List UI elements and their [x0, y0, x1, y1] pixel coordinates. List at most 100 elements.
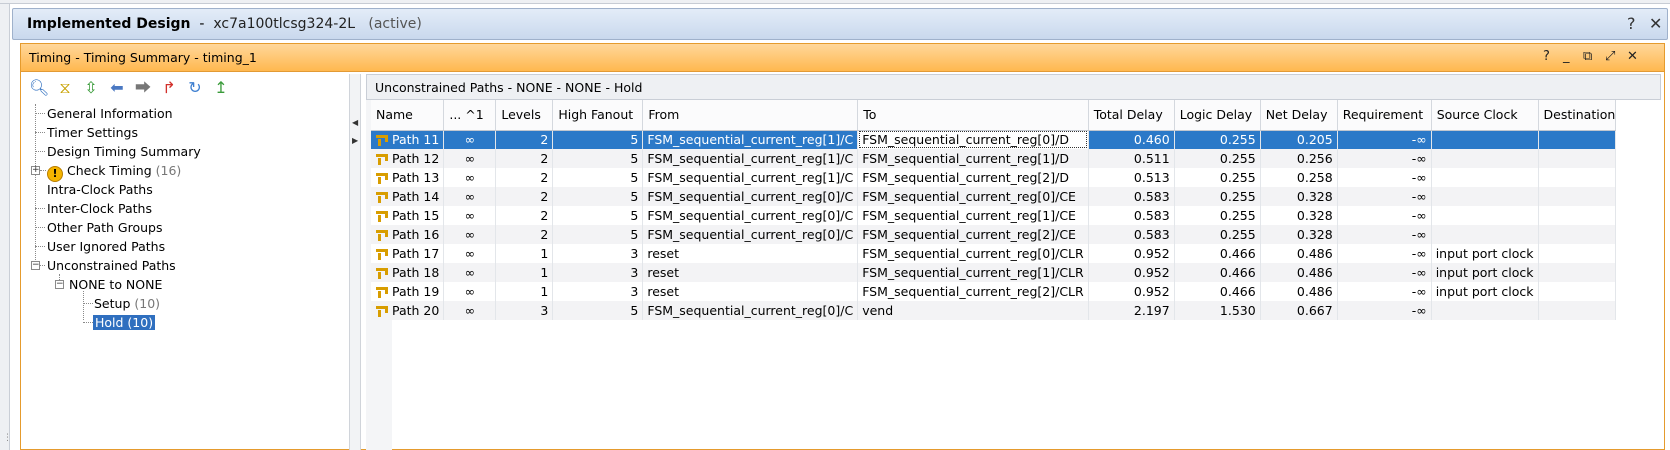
tree-label: Design Timing Summary [47, 144, 201, 159]
cell-req: -∞ [1337, 187, 1432, 206]
tree-item-hold[interactable]: Hold (10) [93, 313, 156, 332]
panel-restore-button[interactable]: ⧉ [1583, 49, 1592, 64]
path-name: Path 15 [392, 208, 440, 223]
close-button[interactable]: ✕ [1649, 14, 1662, 33]
cell-from: FSM_sequential_current_reg[0]/C [642, 301, 859, 320]
panel-help-button[interactable]: ? [1543, 49, 1550, 64]
panel-splitter[interactable]: ◀ ▶ [349, 74, 361, 450]
report-icon[interactable]: ↱ [159, 78, 179, 98]
tree-label: NONE to NONE [69, 277, 163, 292]
expand-check-timing[interactable]: + [31, 166, 40, 175]
design-name: Implemented Design [27, 16, 191, 32]
collapse-none-to-none[interactable]: − [55, 280, 64, 289]
cell-levels: 2 [495, 225, 554, 244]
cell-net: 0.486 [1260, 282, 1338, 301]
table-row[interactable]: Path 11 ∞ 2 5 FSM_sequential_current_reg[1]/… [371, 130, 1617, 149]
tree-item-check-timing[interactable]: ! Check Timing (16) [47, 161, 181, 182]
path-name: Path 19 [392, 284, 440, 299]
forward-arrow-icon[interactable]: ⮕ [133, 78, 153, 98]
column-header[interactable]: Source Clock [1431, 100, 1539, 131]
cell-dst [1538, 301, 1617, 320]
tree-item-setup[interactable]: Setup (10) [94, 294, 160, 313]
table-row[interactable]: Path 20 ∞ 3 5 FSM_sequential_current_reg[0]/… [371, 301, 1617, 320]
path-icon [375, 285, 388, 298]
back-arrow-icon[interactable]: ⬅︎ [107, 78, 127, 98]
tree-item-design-timing-summary[interactable]: Design Timing Summary [47, 142, 201, 161]
refresh-icon[interactable]: ↻ [185, 78, 205, 98]
collapse-left-arrow[interactable]: ◀ [352, 118, 358, 127]
tree-item-user-ignored-paths[interactable]: User Ignored Paths [47, 237, 165, 256]
left-edge-bar: ⋮ [0, 4, 12, 450]
timing-panel: Timing - Timing Summary - timing_1 ? _ ⧉… [20, 43, 1665, 450]
column-header[interactable]: To [857, 100, 1089, 131]
column-header[interactable]: Requirement [1337, 100, 1432, 131]
table-row[interactable]: Path 18 ∞ 1 3 reset FSM_sequential_current_re… [371, 263, 1617, 282]
path-icon [375, 247, 388, 260]
cell-fanout: 5 [552, 149, 644, 168]
cell-from: FSM_sequential_current_reg[1]/C [642, 168, 859, 187]
cell-name: Path 16 [371, 225, 445, 244]
table-row[interactable]: Path 13 ∞ 2 5 FSM_sequential_current_reg[1]/… [371, 168, 1617, 187]
tree-item-unconstrained-paths[interactable]: Unconstrained Paths [47, 256, 176, 275]
tree-item-general-information[interactable]: General Information [47, 104, 173, 123]
cell-from: reset [642, 244, 859, 263]
collapse-unconstrained[interactable]: − [31, 261, 40, 270]
cell-req: -∞ [1337, 225, 1432, 244]
panel-maximize-button[interactable]: ⤢ [1605, 49, 1615, 64]
cell-slack: ∞ [443, 225, 497, 244]
column-header[interactable]: ... ^1 [443, 100, 497, 131]
cell-dst [1538, 225, 1617, 244]
table-row[interactable]: Path 12 ∞ 2 5 FSM_sequential_current_reg[1]/… [371, 149, 1617, 168]
column-header[interactable]: Total Delay [1088, 100, 1175, 131]
help-button[interactable]: ? [1627, 14, 1636, 33]
column-header[interactable]: High Fanout [552, 100, 644, 131]
cell-dst [1538, 206, 1617, 225]
cell-to: FSM_sequential_current_reg[2]/D [857, 168, 1089, 187]
panel-close-button[interactable]: ✕ [1627, 49, 1638, 64]
cell-to: vend [857, 301, 1089, 320]
column-header[interactable]: Destination [1538, 100, 1617, 131]
table-row[interactable]: Path 14 ∞ 2 5 FSM_sequential_current_reg[0]/… [371, 187, 1617, 206]
resize-grip[interactable]: ⋮ [3, 434, 12, 443]
search-icon[interactable]: 🔍︎ [29, 78, 49, 98]
column-header[interactable]: Name [371, 100, 445, 131]
expand-all-icon[interactable]: ⇳ [81, 78, 101, 98]
cell-src [1431, 225, 1539, 244]
column-header[interactable]: From [642, 100, 859, 131]
table-row[interactable]: Path 19 ∞ 1 3 reset FSM_sequential_current_re… [371, 282, 1617, 301]
cell-fanout: 5 [552, 130, 644, 149]
design-title-bar: Implemented Design - xc7a100tlcsg324-2L … [12, 8, 1668, 40]
tree-label: Other Path Groups [47, 220, 163, 235]
panel-minimize-button[interactable]: _ [1563, 49, 1570, 64]
tree-item-timer-settings[interactable]: Timer Settings [47, 123, 138, 142]
path-icon [375, 171, 388, 184]
cell-logic: 0.255 [1174, 206, 1261, 225]
path-icon [375, 133, 388, 147]
tree-item-intra-clock-paths[interactable]: Intra-Clock Paths [47, 180, 153, 199]
path-icon [375, 209, 388, 222]
column-header[interactable]: Net Delay [1260, 100, 1338, 131]
cell-name: Path 14 [371, 187, 445, 206]
tree-item-inter-clock-paths[interactable]: Inter-Clock Paths [47, 199, 152, 218]
column-header[interactable]: Levels [495, 100, 554, 131]
column-header[interactable]: Logic Delay [1174, 100, 1261, 131]
panel-title: Timing - Timing Summary - timing_1 [29, 50, 257, 65]
results-header: Unconstrained Paths - NONE - NONE - Hold [366, 74, 1661, 100]
cell-src: input port clock [1431, 244, 1539, 263]
cell-slack: ∞ [443, 206, 497, 225]
cell-fanout: 5 [552, 168, 644, 187]
tree-label: Intra-Clock Paths [47, 182, 153, 197]
table-row[interactable]: Path 15 ∞ 2 5 FSM_sequential_current_reg[0]/… [371, 206, 1617, 225]
export-icon[interactable]: ↥ [211, 78, 231, 98]
cell-net: 0.205 [1260, 130, 1338, 149]
path-name: Path 16 [392, 227, 440, 242]
expand-right-arrow[interactable]: ▶ [352, 136, 358, 145]
path-icon [375, 190, 388, 203]
table-row[interactable]: Path 16 ∞ 2 5 FSM_sequential_current_reg[0]/… [371, 225, 1617, 244]
tree-item-other-path-groups[interactable]: Other Path Groups [47, 218, 162, 237]
table-row[interactable]: Path 17 ∞ 1 3 reset FSM_sequential_current_re… [371, 244, 1617, 263]
cell-from: reset [642, 282, 859, 301]
path-name: Path 11 [392, 132, 440, 148]
cell-net: 0.667 [1260, 301, 1338, 320]
collapse-all-icon[interactable]: ⧖ [55, 78, 75, 98]
